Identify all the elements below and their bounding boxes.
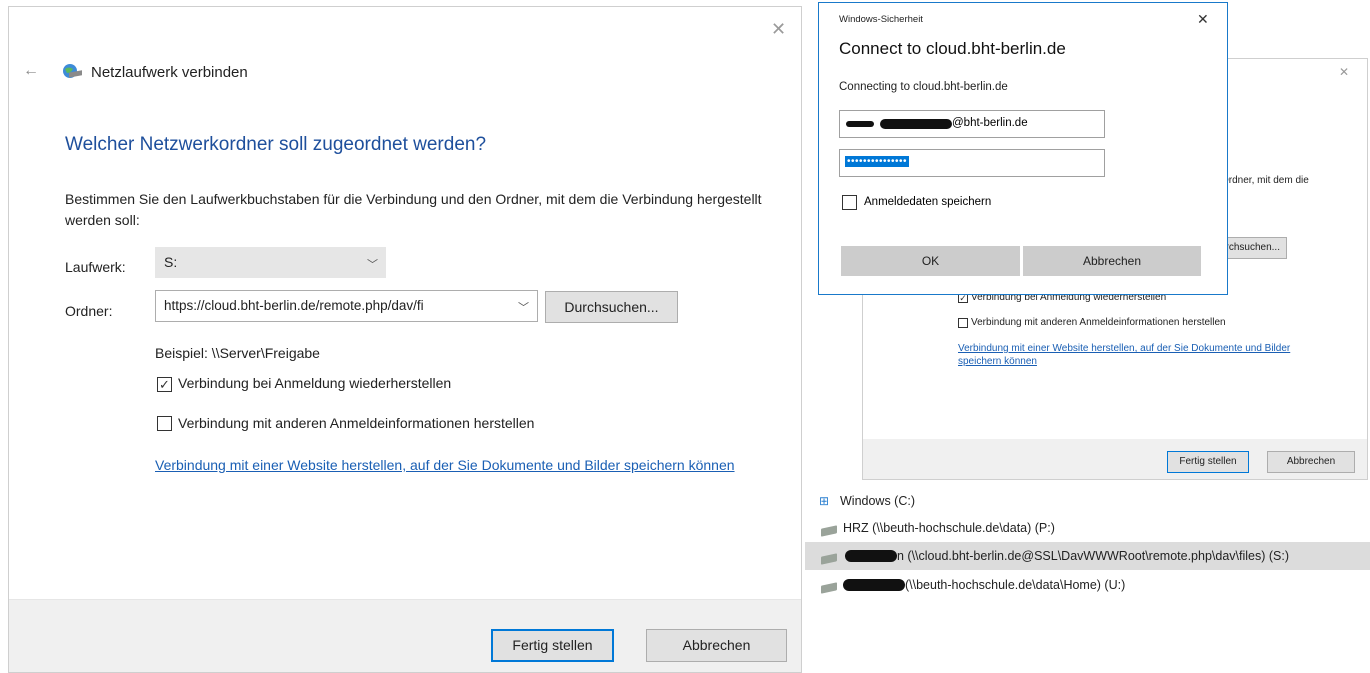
other-credentials-label: Verbindung mit anderen Anmeldeinformatio… — [971, 317, 1226, 328]
username-suffix: @bht-berlin.de — [952, 117, 1028, 129]
network-drive-icon — [821, 525, 837, 537]
website-link[interactable]: Verbindung mit einer Website herstellen,… — [958, 342, 1328, 368]
drive-label: HRZ (\\beuth-hochschule.de\data) (P:) — [843, 521, 1055, 535]
password-field[interactable]: ••••••••••••••• — [839, 149, 1105, 177]
security-subtitle: Connecting to cloud.bht-berlin.de — [839, 81, 1008, 93]
redaction — [843, 579, 905, 591]
finish-button[interactable]: Fertig stellen — [491, 629, 614, 662]
drive-label: (\\beuth-hochschule.de\data\Home) (U:) — [905, 578, 1126, 592]
list-item[interactable]: HRZ (\\beuth-hochschule.de\data) (P:) — [805, 515, 1370, 541]
cancel-button[interactable]: Abbrechen — [1267, 451, 1355, 473]
drive-label: n (\\cloud.bht-berlin.de@SSL\DavWWWRoot\… — [897, 549, 1289, 563]
dialog-description: Bestimmen Sie den Laufwerkbuchstaben für… — [65, 191, 762, 228]
network-drive-icon — [61, 63, 83, 86]
drive-label: Laufwerk: — [65, 259, 126, 275]
list-item[interactable]: ⊞ Windows (C:) — [805, 488, 1370, 514]
cancel-button[interactable]: Abbrechen — [646, 629, 787, 662]
example-text: Beispiel: \\Server\Freigabe — [155, 345, 320, 361]
dialog-heading: Welcher Netzwerkordner soll zugeordnet w… — [65, 134, 487, 155]
browse-button[interactable]: Durchsuchen... — [545, 291, 678, 323]
chevron-down-icon: ﹀ — [518, 302, 529, 314]
partial-description: Ordner, mit dem die — [1221, 175, 1309, 186]
drive-list: ⊞ Windows (C:) HRZ (\\beuth-hochschule.d… — [805, 488, 1370, 608]
folder-label: Ordner: — [65, 303, 113, 319]
chevron-down-icon: ﹀ — [367, 259, 378, 271]
folder-combo[interactable]: https://cloud.bht-berlin.de/remote.php/d… — [155, 290, 538, 322]
dialog-title: Netzlaufwerk verbinden — [91, 64, 248, 81]
cancel-button[interactable]: Abbrechen — [1023, 246, 1201, 276]
drive-label: Windows (C:) — [840, 494, 916, 508]
windows-drive-icon: ⊞ — [819, 494, 830, 508]
website-link[interactable]: Verbindung mit einer Website herstellen,… — [155, 455, 745, 476]
close-icon[interactable]: ✕ — [771, 19, 786, 40]
drive-select[interactable]: S: ﹀ — [155, 247, 386, 278]
network-drive-icon — [821, 553, 837, 565]
list-item-selected[interactable]: n (\\cloud.bht-berlin.de@SSL\DavWWWRoot\… — [805, 542, 1370, 570]
map-network-drive-dialog: ✕ ← Netzlaufwerk verbinden Welcher Netzw… — [8, 6, 802, 673]
reconnect-label: Verbindung bei Anmeldung wiederherstelle… — [178, 375, 452, 391]
other-credentials-label: Verbindung mit anderen Anmeldeinformatio… — [178, 415, 535, 431]
remember-checkbox[interactable] — [842, 195, 857, 210]
remember-label: Anmeldedaten speichern — [864, 196, 992, 208]
reconnect-checkbox[interactable]: ✓ — [157, 377, 172, 392]
folder-combo-value: https://cloud.bht-berlin.de/remote.php/d… — [164, 298, 424, 313]
ok-button[interactable]: OK — [841, 246, 1020, 276]
other-credentials-checkbox[interactable] — [157, 416, 172, 431]
close-icon[interactable]: ✕ — [1197, 11, 1209, 28]
security-heading: Connect to cloud.bht-berlin.de — [839, 39, 1066, 58]
windows-security-dialog: Windows-Sicherheit ✕ Connect to cloud.bh… — [818, 2, 1228, 295]
redaction — [845, 550, 897, 562]
back-arrow-icon[interactable]: ← — [23, 62, 39, 80]
list-item[interactable]: (\\beuth-hochschule.de\data\Home) (U:) — [805, 572, 1370, 598]
window-title: Windows-Sicherheit — [839, 14, 923, 25]
close-icon[interactable]: ✕ — [1339, 65, 1349, 79]
finish-button[interactable]: Fertig stellen — [1167, 451, 1249, 473]
username-field[interactable]: @bht-berlin.de — [839, 110, 1105, 138]
other-credentials-checkbox[interactable] — [958, 318, 968, 328]
password-value: ••••••••••••••• — [845, 156, 910, 167]
network-drive-icon — [821, 582, 837, 594]
redaction — [880, 119, 952, 129]
redaction — [846, 121, 874, 127]
drive-select-value: S: — [164, 254, 178, 270]
